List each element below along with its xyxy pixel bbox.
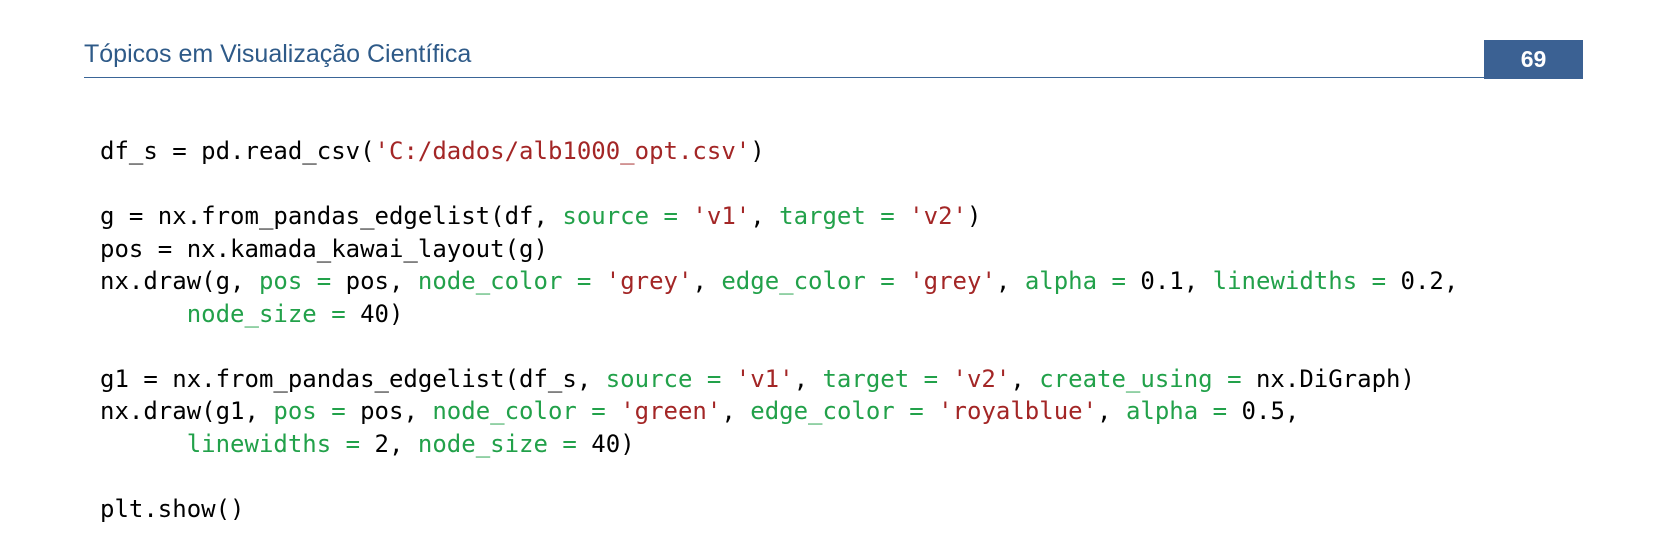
code-keyword-arg: edge_color =: [721, 267, 910, 295]
code-keyword-arg: pos =: [273, 397, 361, 425]
code-keyword-arg: target =: [779, 202, 910, 230]
code-keyword-arg: linewidths =: [1212, 267, 1401, 295]
code-line: g1 = nx.from_pandas_edgelist(df_s, sourc…: [100, 363, 1458, 396]
code-string: 'royalblue': [938, 397, 1098, 425]
code-line: df_s = pd.read_csv('C:/dados/alb1000_opt…: [100, 135, 1458, 168]
code-line: linewidths = 2, node_size = 40): [100, 428, 1458, 461]
code-keyword-arg: alpha =: [1125, 397, 1242, 425]
code-text: 40): [360, 299, 404, 328]
code-text: 0.2,: [1400, 267, 1459, 295]
code-string: 'grey': [605, 267, 693, 295]
code-keyword-arg: node_color =: [417, 267, 606, 295]
code-text: pos,: [345, 267, 418, 295]
code-text: nx.DiGraph): [1255, 364, 1415, 393]
code-keyword-arg: pos =: [258, 267, 346, 295]
code-keyword-arg: node_size =: [417, 429, 592, 458]
code-keyword-arg: edge_color =: [750, 397, 939, 425]
code-text: 0.1,: [1140, 267, 1213, 295]
code-text: ,: [793, 364, 823, 393]
code-keyword-arg: target =: [822, 364, 953, 393]
code-string: 'v1': [692, 202, 751, 230]
code-line: g = nx.from_pandas_edgelist(df, source =…: [100, 200, 1458, 233]
code-text: df_s = pd.read_csv(: [100, 137, 375, 165]
code-text: ,: [1010, 364, 1040, 393]
page-header-title: Tópicos em Visualização Científica: [84, 40, 472, 68]
code-keyword-arg: source =: [605, 364, 736, 393]
code-line: pos = nx.kamada_kawai_layout(g): [100, 233, 1458, 266]
code-text: ): [750, 137, 765, 165]
code-text: ,: [750, 202, 780, 230]
code-text: g1 = nx.from_pandas_edgelist(df_s,: [100, 364, 606, 393]
code-listing: df_s = pd.read_csv('C:/dados/alb1000_opt…: [100, 135, 1458, 525]
code-text: 40): [591, 429, 635, 458]
code-string: 'v1': [735, 364, 794, 393]
code-line: plt.show(): [100, 493, 1458, 526]
code-text: pos = nx.kamada_kawai_layout(g): [100, 234, 548, 263]
code-string: 'C:/dados/alb1000_opt.csv': [374, 137, 751, 165]
code-line: nx.draw(g, pos = pos, node_color = 'grey…: [100, 265, 1458, 298]
code-text: g = nx.from_pandas_edgelist(df,: [100, 202, 563, 230]
code-line: node_size = 40): [100, 298, 1458, 331]
code-text: nx.draw(g,: [100, 267, 259, 295]
code-keyword-arg: source =: [562, 202, 693, 230]
code-text: 2,: [374, 429, 418, 458]
code-text: ,: [721, 397, 751, 425]
code-text: plt.show(): [100, 494, 245, 523]
code-keyword-arg: node_color =: [432, 397, 621, 425]
code-text: ,: [1097, 397, 1126, 425]
code-string: 'green': [620, 397, 722, 425]
code-string: 'grey': [909, 267, 996, 295]
code-keyword-arg: alpha =: [1024, 267, 1141, 295]
code-keyword-arg: node_size =: [186, 299, 361, 328]
code-text: ,: [995, 267, 1025, 295]
code-text: pos,: [360, 397, 433, 425]
code-text: ,: [692, 267, 722, 295]
code-string: 'v2': [952, 364, 1011, 393]
code-keyword-arg: create_using =: [1039, 364, 1256, 393]
code-string: 'v2': [909, 202, 967, 230]
header-divider: [84, 77, 1582, 78]
code-text: ): [966, 202, 982, 230]
code-keyword-arg: linewidths =: [186, 429, 375, 458]
page-number-badge: 69: [1484, 40, 1583, 79]
code-line: nx.draw(g1, pos = pos, node_color = 'gre…: [100, 395, 1458, 428]
code-text: nx.draw(g1,: [100, 397, 274, 425]
code-text: 0.5,: [1241, 397, 1300, 425]
